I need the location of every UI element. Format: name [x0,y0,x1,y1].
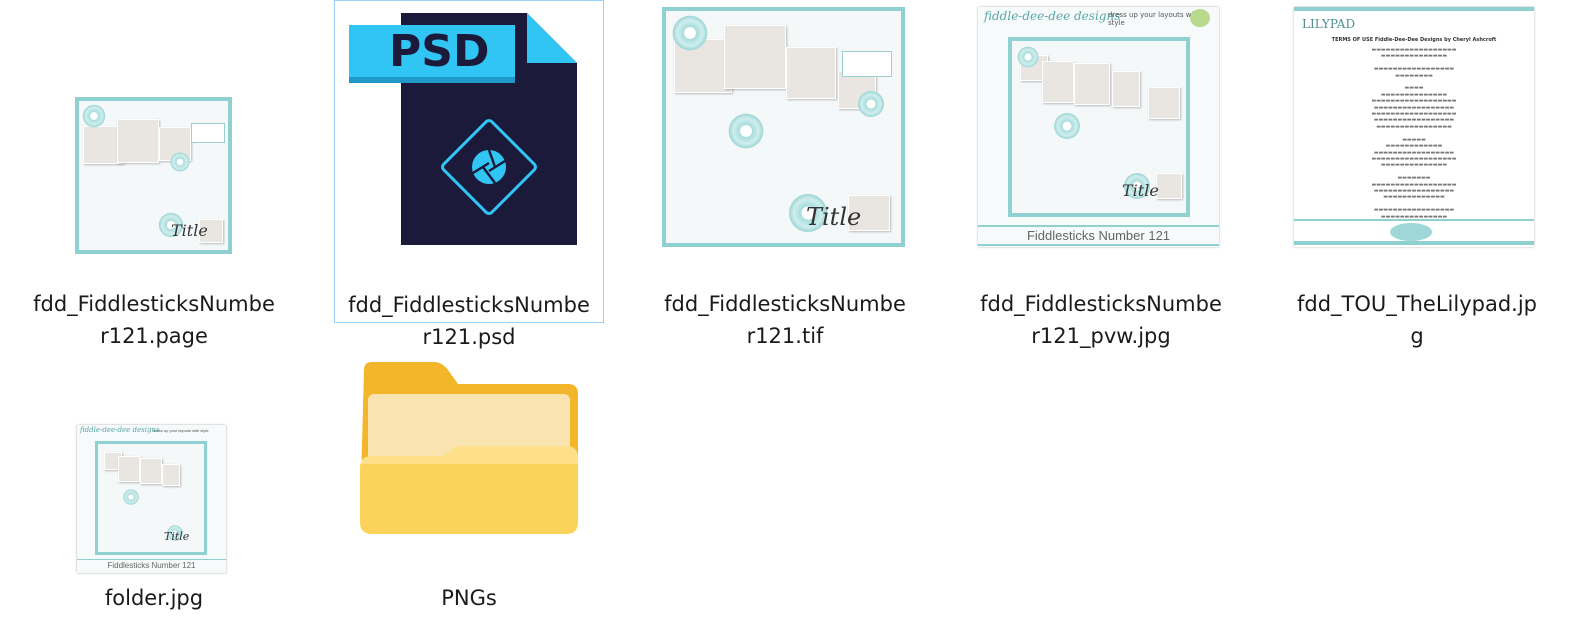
file-label: fdd_FiddlesticksNumbe r121.tif [664,292,906,348]
lilypad-logo: LILYPAD [1302,17,1356,31]
file-label: PNGs [441,586,497,610]
layout-thumbnail: Title [75,97,232,254]
file-label: fdd_FiddlesticksNumbe r121.psd [348,293,590,349]
folder-item-pngs[interactable]: PNGs [334,340,604,630]
file-label: fdd_FiddlesticksNumbe r121_pvw.jpg [980,292,1222,348]
tou-thumbnail: LILYPAD TERMS OF USE Fiddle-Dee-Dee Desi… [1294,7,1534,247]
preview-caption: Fiddlesticks Number 121 [1026,228,1171,243]
layout-title-text: Title [806,203,862,231]
preview-thumbnail: fiddle-dee-dee designs dress up your lay… [978,7,1219,247]
brand-name: fiddle-dee-dee designs [984,9,1121,23]
brand-name: fiddle-dee-dee designs [80,426,160,434]
file-item-tou-jpg[interactable]: LILYPAD TERMS OF USE Fiddle-Dee-Dee Desi… [1282,0,1552,348]
file-label: folder.jpg [104,586,204,610]
file-item-folder-jpg[interactable]: fiddle-dee-dee designs dress up your lay… [20,340,288,630]
file-item-tif[interactable]: Title fdd_FiddlesticksNumbe r121.tif [650,0,920,348]
file-label: fdd_TOU_TheLilypad.jp g [1296,292,1537,348]
folder-icon [360,362,578,534]
layout-thumbnail: Title [662,7,905,247]
tou-heading: TERMS OF USE Fiddle-Dee-Dee Designs by C… [1331,37,1497,43]
file-item-page[interactable]: Title fdd_FiddlesticksNumbe r121.page [20,0,288,348]
brand-tagline: dress up your layouts with style [153,428,209,433]
folder-jpg-thumbnail: fiddle-dee-dee designs dress up your lay… [77,425,226,573]
file-label: fdd_FiddlesticksNumbe r121.page [33,292,275,348]
layout-title-text: Title [164,530,190,543]
psd-badge: PSD [389,26,490,77]
file-item-psd[interactable]: PSD fdd_FiddlesticksNumbe r121.psd [334,0,604,349]
preview-caption: Fiddlesticks Number 121 [107,561,196,570]
layout-title-text: Title [171,221,208,240]
layout-title-text: Title [1122,181,1159,200]
file-item-pvw-jpg[interactable]: fiddle-dee-dee designs dress up your lay… [966,0,1236,348]
